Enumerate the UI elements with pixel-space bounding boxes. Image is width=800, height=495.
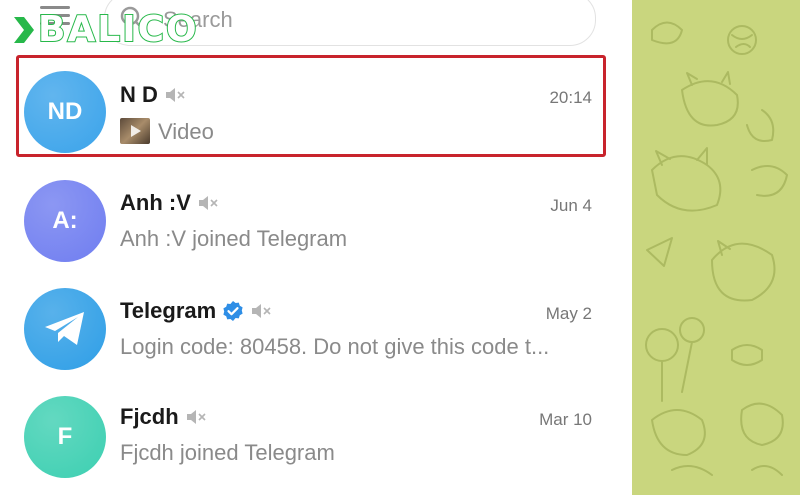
chat-preview-text: Fjcdh joined Telegram	[120, 440, 335, 465]
chat-name-line: Fjcdh	[120, 404, 207, 430]
chat-wallpaper	[632, 0, 800, 495]
chat-name: Fjcdh	[120, 404, 179, 429]
chat-time: Mar 10	[539, 410, 592, 429]
avatar-initials: F	[57, 423, 73, 450]
verified-badge-icon	[223, 301, 243, 321]
chat-name: Telegram	[120, 298, 217, 323]
highlight-box	[16, 55, 606, 157]
chat-preview: Anh :V joined Telegram	[120, 226, 595, 252]
avatar: F	[24, 396, 106, 478]
chat-name: Anh :V	[120, 190, 191, 215]
muted-icon	[186, 410, 206, 424]
brand-logo: BALICO	[12, 9, 199, 51]
chat-item-fjcdh[interactable]: F Fjcdh Mar 10 Fjcdh joined Telegram	[0, 382, 630, 490]
avatar: A:	[24, 180, 106, 262]
chat-name-line: Anh :V	[120, 190, 219, 216]
chat-item-telegram[interactable]: Telegram May 2 Login code: 80458. Do not…	[0, 274, 630, 382]
doodle-pattern	[645, 21, 788, 476]
chat-preview-text: Login code: 80458. Do not give this code…	[120, 334, 550, 359]
chat-time: Jun 4	[550, 196, 592, 215]
chat-preview: Login code: 80458. Do not give this code…	[120, 334, 595, 360]
muted-icon	[198, 196, 218, 210]
telegram-plane-icon	[45, 312, 84, 345]
chat-preview-text: Anh :V joined Telegram	[120, 226, 348, 251]
chat-item-anh[interactable]: A: Anh :V Jun 4 Anh :V joined Telegram	[0, 166, 630, 274]
avatar-initials: A:	[52, 207, 78, 234]
muted-icon	[252, 304, 271, 318]
logo-chevron-icon	[14, 17, 34, 43]
chat-list-panel: Search BALICO ND N D 20:14 Video A: Anh …	[0, 0, 634, 495]
logo-text: BALICO	[37, 9, 199, 51]
chat-name-line: Telegram	[120, 298, 272, 324]
chat-time: May 2	[545, 304, 592, 323]
chat-preview: Fjcdh joined Telegram	[120, 440, 595, 466]
avatar	[24, 288, 106, 370]
